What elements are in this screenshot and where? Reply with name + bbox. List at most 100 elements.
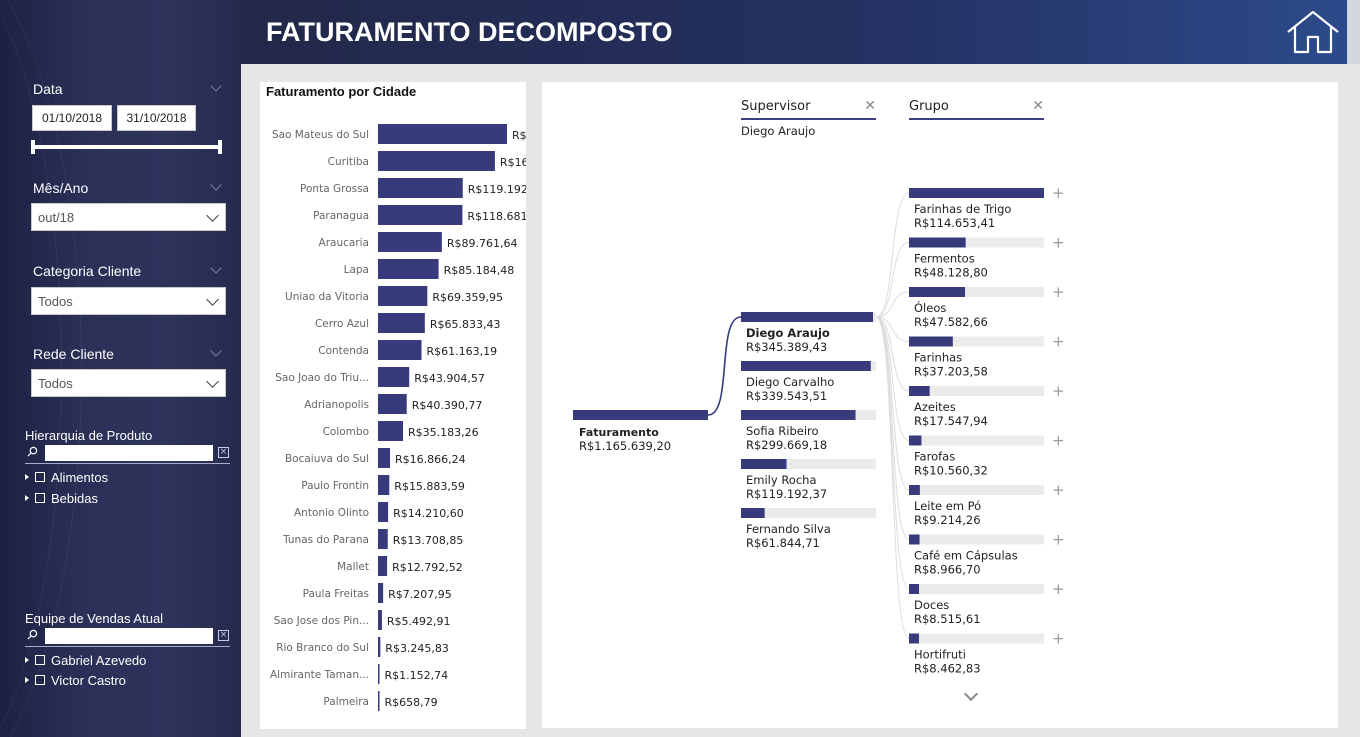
expand-plus-icon[interactable]: + — [1052, 630, 1065, 648]
client-network-value: Todos — [38, 375, 73, 391]
supervisor-value: R$61.844,71 — [746, 536, 820, 550]
group-label: Farinhas de Trigo — [914, 202, 1011, 216]
city-data-label: R$43.904,57 — [414, 372, 485, 385]
city-data-label: R$118.681,51 — [467, 210, 526, 223]
supervisor-group-connector — [875, 192, 910, 318]
remove-level-close-icon[interactable]: ✕ — [1032, 99, 1044, 113]
supervisor-level-title: Supervisor — [741, 99, 811, 114]
expand-icon[interactable] — [25, 495, 29, 501]
client-network-chevron-icon[interactable] — [210, 345, 222, 357]
city-category-label: Palmeira — [323, 696, 369, 708]
product-tree-item[interactable]: Bebidas — [25, 490, 98, 506]
date-start-input[interactable]: 01/10/2018 — [32, 105, 112, 131]
city-data-label: R$40.390,77 — [412, 399, 483, 412]
city-data-label: R$164.392,55 — [500, 156, 526, 169]
city-bar — [378, 259, 439, 279]
checkbox[interactable] — [35, 493, 45, 503]
root-bar — [573, 410, 708, 420]
group-value: R$8.462,83 — [914, 662, 981, 676]
expand-icon[interactable] — [25, 474, 29, 480]
city-bar — [378, 583, 384, 603]
group-value: R$37.203,58 — [914, 365, 988, 379]
date-slicer-chevron-icon[interactable] — [210, 80, 222, 92]
home-icon[interactable] — [1285, 9, 1341, 55]
expand-plus-icon[interactable]: + — [1052, 531, 1065, 549]
expand-plus-icon[interactable]: + — [1052, 283, 1065, 301]
checkbox[interactable] — [35, 472, 45, 482]
expand-plus-icon[interactable]: + — [1052, 580, 1065, 598]
product-hierarchy-title: Hierarquia de Produto — [25, 428, 153, 443]
city-category-label: Adrianopolis — [304, 399, 369, 411]
expand-plus-icon[interactable]: + — [1052, 184, 1065, 202]
city-bar — [378, 664, 380, 684]
city-category-label: Sao Mateus do Sul — [272, 129, 369, 141]
group-label: Óleos — [914, 300, 946, 315]
group-label: Leite em Pó — [914, 499, 981, 513]
city-bar — [378, 340, 422, 360]
root-label: Faturamento — [579, 426, 659, 439]
product-tree-item[interactable]: Alimentos — [25, 469, 108, 485]
group-bar-track — [909, 435, 1044, 446]
city-bar — [378, 124, 507, 144]
client-category-slicer-title: Categoria Cliente — [33, 263, 142, 279]
group-bar — [909, 633, 919, 644]
group-label: Doces — [914, 598, 949, 612]
expand-plus-icon[interactable]: + — [1052, 333, 1065, 351]
city-category-label: Antonio Olinto — [294, 507, 369, 519]
date-end-input[interactable]: 31/10/2018 — [117, 105, 196, 131]
date-range-end-handle[interactable] — [218, 140, 222, 154]
expand-icon[interactable] — [25, 657, 29, 663]
month-dropdown[interactable]: out/18 — [31, 203, 226, 231]
city-bar — [378, 232, 442, 252]
filter-sidebar: Data 01/10/2018 31/10/2018 Mês/Ano out/1… — [0, 0, 241, 737]
group-label: Farofas — [914, 450, 955, 464]
expand-plus-icon[interactable]: + — [1052, 481, 1065, 499]
sales-team-tree-item[interactable]: Victor Castro — [25, 672, 126, 688]
header-edge-strip — [1347, 0, 1360, 64]
group-value: R$10.560,32 — [914, 464, 988, 478]
city-bar — [378, 367, 410, 387]
group-value: R$8.966,70 — [914, 563, 981, 577]
city-bar — [378, 475, 390, 495]
group-bar — [909, 584, 920, 594]
sales-team-search-input[interactable] — [45, 628, 213, 644]
client-category-dropdown[interactable]: Todos — [31, 287, 226, 315]
city-revenue-bar-chart: Sao Mateus do Sul R$181.371,47 Curitiba R$1… — [270, 124, 526, 711]
group-bar-track — [909, 584, 1044, 594]
city-bar — [378, 394, 407, 414]
client-network-dropdown[interactable]: Todos — [31, 369, 226, 397]
date-range-track[interactable] — [33, 145, 221, 149]
client-category-chevron-icon[interactable] — [210, 262, 222, 274]
month-slicer-chevron-icon[interactable] — [210, 179, 222, 191]
clear-search-icon[interactable]: × — [218, 630, 229, 641]
group-bar — [909, 485, 920, 495]
city-category-label: Curitiba — [328, 156, 369, 168]
expand-plus-icon[interactable]: + — [1052, 234, 1065, 252]
supervisor-value: R$299.669,18 — [746, 438, 827, 452]
expand-plus-icon[interactable]: + — [1052, 432, 1065, 450]
city-bar — [378, 178, 463, 198]
sales-team-tree-item[interactable]: Gabriel Azevedo — [25, 652, 146, 668]
group-label: Azeites — [914, 400, 956, 414]
expand-icon[interactable] — [25, 677, 29, 683]
product-search-input[interactable] — [45, 445, 213, 461]
clear-search-icon[interactable]: × — [218, 447, 229, 458]
remove-level-close-icon[interactable]: ✕ — [864, 99, 876, 113]
checkbox[interactable] — [35, 655, 45, 665]
group-bar-track — [909, 485, 1044, 495]
supervisor-value: R$339.543,51 — [746, 389, 827, 403]
supervisor-label: Emily Rocha — [746, 473, 817, 487]
expand-plus-icon[interactable]: + — [1052, 382, 1065, 400]
sales-team-label: Victor Castro — [51, 672, 126, 688]
date-range-start-handle[interactable] — [31, 140, 35, 154]
city-bar — [378, 610, 382, 630]
city-data-label: R$658,79 — [385, 696, 438, 709]
page-title: FATURAMENTO DECOMPOSTO — [266, 17, 673, 47]
city-category-label: Lapa — [344, 264, 369, 276]
city-category-label: Bocaiuva do Sul — [285, 453, 369, 465]
supervisor-group-connector — [875, 316, 910, 639]
checkbox[interactable] — [35, 675, 45, 685]
chevron-down-icon — [206, 209, 219, 222]
supervisor-bar — [741, 361, 871, 371]
city-data-label: R$16.866,24 — [395, 453, 466, 466]
